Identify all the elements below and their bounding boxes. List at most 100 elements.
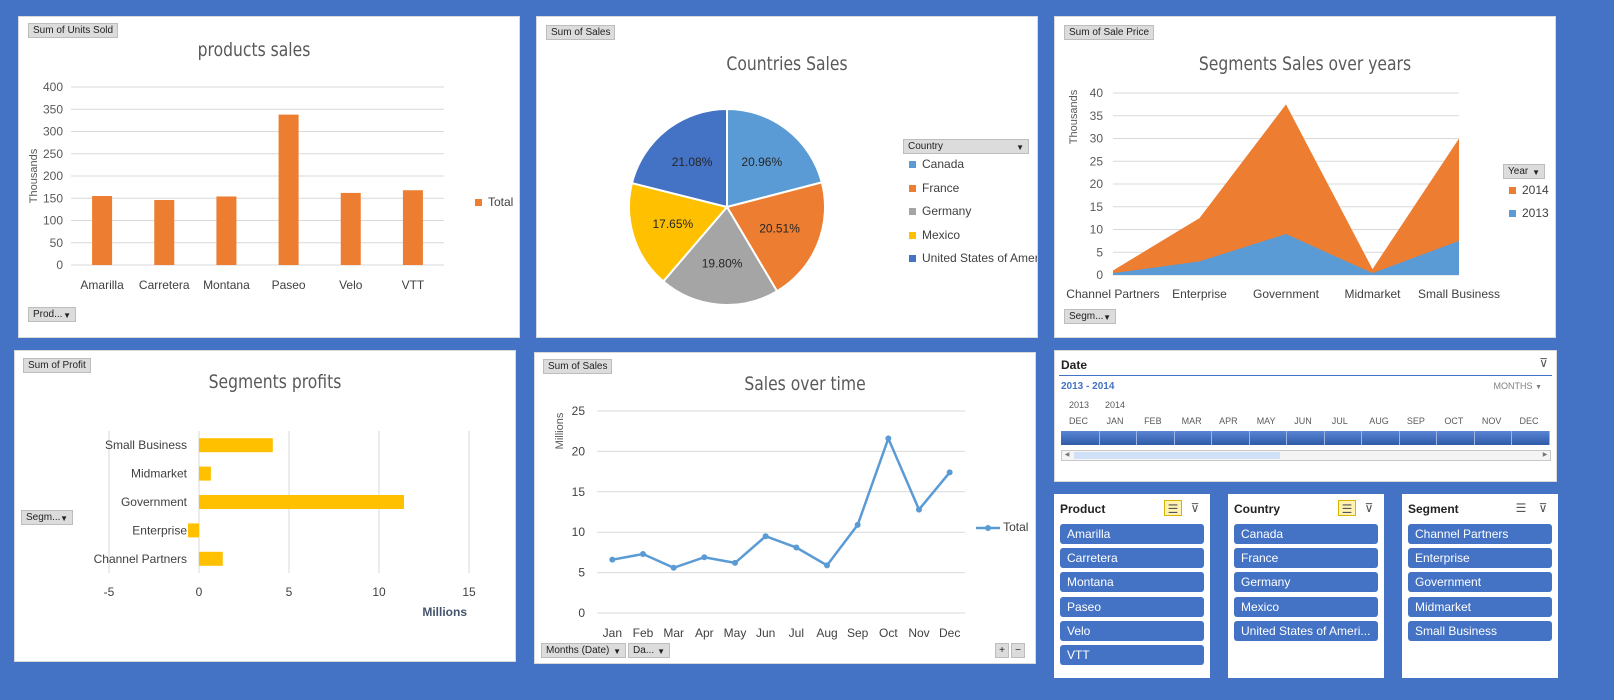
month-label[interactable]: SEP [1407, 416, 1425, 426]
y-tick-label: Government [121, 495, 188, 509]
segment-filter-button[interactable]: Segm... ▼ [1064, 309, 1116, 324]
slicer-item[interactable]: Government [1408, 572, 1552, 593]
data-point [916, 506, 922, 513]
legend-swatch [909, 161, 916, 169]
multi-select-icon[interactable]: ☰ [1338, 500, 1356, 516]
legend-item: France [909, 181, 959, 195]
slicer-item[interactable]: Velo [1060, 620, 1204, 641]
countries-sales-chart: Sum of Sales Countries Sales 20.96% 20.51… [536, 16, 1038, 338]
month-tick [1398, 431, 1400, 445]
month-label[interactable]: AUG [1369, 416, 1389, 426]
date-filter-button[interactable]: Da... ▼ [628, 643, 670, 658]
clear-filter-icon[interactable]: ⊽ [1539, 356, 1548, 370]
scrollbar-thumb[interactable] [1074, 452, 1280, 459]
multi-select-icon[interactable]: ☰ [1512, 500, 1530, 516]
data-point [824, 562, 830, 569]
dropdown-arrow-icon: ▼ [60, 514, 68, 523]
y-tick-label: 35 [1090, 109, 1104, 123]
year-label: 2014 [1105, 400, 1126, 410]
slicer-item[interactable]: Midmarket [1408, 596, 1552, 617]
month-label[interactable]: DEC [1069, 416, 1088, 426]
clear-filter-icon[interactable]: ⊽ [1534, 500, 1552, 516]
slicer-item[interactable]: Montana [1060, 572, 1204, 593]
slicer-item[interactable]: Channel Partners [1408, 524, 1552, 544]
clear-filter-icon[interactable]: ⊽ [1360, 500, 1378, 516]
legend-swatch [909, 184, 916, 192]
x-tick-label: Carretera [139, 278, 190, 292]
slicer-header: Product [1060, 502, 1106, 516]
month-label[interactable]: APR [1219, 416, 1238, 426]
month-label[interactable]: FEB [1144, 416, 1162, 426]
legend-item-total: Total [976, 520, 1028, 534]
legend-label: 2013 [1522, 206, 1549, 220]
slicer-item[interactable]: Small Business [1408, 620, 1552, 641]
legend-label: France [922, 180, 960, 195]
month-label[interactable]: MAR [1182, 416, 1202, 426]
slicer-item[interactable]: Paseo [1060, 596, 1204, 617]
y-tick-label: 250 [43, 147, 63, 161]
data-label: 21.08% [672, 155, 713, 169]
legend-label: Total [1003, 520, 1029, 534]
collapse-field-button[interactable]: − [1011, 643, 1025, 658]
month-label[interactable]: JAN [1107, 416, 1124, 426]
month-label[interactable]: JUL [1332, 416, 1348, 426]
y-tick-label: 15 [1090, 200, 1104, 214]
timeline-scrollbar[interactable]: ◀ ▶ [1061, 450, 1551, 461]
month-label[interactable]: DEC [1519, 416, 1538, 426]
filter-icon: ▼ [657, 647, 665, 656]
x-tick-label: Feb [633, 626, 654, 640]
slicer-item[interactable]: Amarilla [1060, 524, 1204, 544]
slicer-item[interactable]: United States of Ameri... [1234, 620, 1378, 641]
slicer-item[interactable]: France [1234, 548, 1378, 569]
year-legend-filter-button[interactable]: Year ▼ [1503, 164, 1545, 179]
month-label[interactable]: OCT [1444, 416, 1463, 426]
legend-item: Canada [909, 157, 964, 171]
legend-label: Canada [922, 157, 965, 171]
clear-filter-icon[interactable]: ⊽ [1186, 500, 1204, 516]
y-tick-label: 25 [572, 404, 586, 418]
slicer-item[interactable]: Carretera [1060, 548, 1204, 569]
date-timeline-slicer: Date ⊽ 2013 - 2014 MONTHS ▼ 2013 2014 DE… [1054, 350, 1557, 482]
slicer-item[interactable]: Mexico [1234, 596, 1378, 617]
legend-swatch [1509, 210, 1516, 218]
y-tick-label: 20 [572, 444, 586, 458]
multi-select-icon[interactable]: ☰ [1164, 500, 1182, 516]
data-point [609, 556, 616, 563]
bar [278, 114, 299, 265]
slicer-item[interactable]: VTT [1060, 645, 1204, 665]
segment-filter-button[interactable]: Segm... ▼ [21, 510, 73, 525]
country-legend-filter-button[interactable]: Country ▼ [903, 139, 1029, 154]
data-label: 20.96% [741, 155, 782, 169]
timeline-bar[interactable] [1061, 431, 1549, 445]
slicer-item[interactable]: Canada [1234, 524, 1378, 544]
slicer-item[interactable]: Enterprise [1408, 548, 1552, 569]
months-date-filter-button[interactable]: Months (Date) ▼ [541, 643, 626, 658]
x-tick-label: Small Business [1418, 287, 1500, 301]
x-tick-label: Velo [339, 278, 363, 292]
data-point [885, 435, 892, 442]
x-tick-label: VTT [402, 278, 425, 292]
slicer-item[interactable]: Germany [1234, 572, 1378, 593]
legend-line-marker [976, 524, 1000, 531]
scroll-right-icon[interactable]: ▶ [1540, 451, 1550, 460]
timeline-range: 2013 - 2014 [1061, 381, 1115, 392]
month-tick [1436, 431, 1438, 445]
data-point [732, 559, 738, 566]
line-series-total [612, 435, 951, 570]
expand-field-button[interactable]: + [995, 643, 1009, 658]
x-tick-label: -5 [104, 585, 115, 599]
month-tick [1549, 431, 1550, 445]
y-tick-label: Enterprise [132, 523, 187, 537]
timeline-level-selector[interactable]: MONTHS ▼ [1494, 381, 1542, 391]
legend-swatch [909, 208, 916, 216]
y-tick-label: 25 [1090, 154, 1104, 168]
scroll-left-icon[interactable]: ◀ [1062, 451, 1072, 460]
x-axis-label: Millions [422, 605, 467, 619]
legend-swatch [1509, 187, 1516, 195]
month-tick [1473, 431, 1475, 445]
month-label[interactable]: MAY [1257, 416, 1276, 426]
y-tick-label: 200 [43, 169, 63, 183]
month-label[interactable]: NOV [1482, 416, 1502, 426]
month-label[interactable]: JUN [1294, 416, 1312, 426]
product-filter-button[interactable]: Prod... ▼ [28, 307, 76, 322]
